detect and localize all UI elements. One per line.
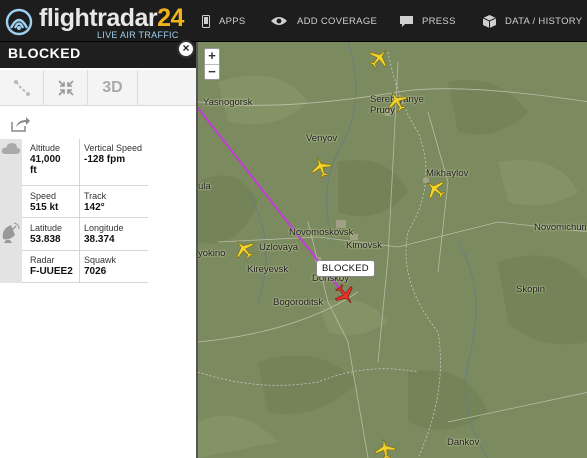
zoom-out-button[interactable]: − [205,64,219,79]
altitude-field: Altitude 41,000 ft [30,143,61,176]
radar-dish-icon [2,222,20,243]
collapse-icon [57,80,74,96]
city-label: Skopin [516,284,546,295]
city-label: Kireyevsk [247,264,289,275]
latitude-field: Latitude 53.838 [30,223,62,245]
terrain-patches [198,80,587,430]
cube-icon [483,14,496,28]
share-icon[interactable] [11,116,31,132]
side-icon-strip [0,139,22,283]
city-label: Novomichurinsk [534,222,587,233]
longitude-value: 38.374 [84,234,115,245]
nav-add-coverage-label: ADD COVERAGE [297,15,378,27]
logo-word: flightradar [39,4,158,32]
nav-add-coverage[interactable]: ADD COVERAGE [270,0,377,42]
altitude-label: Altitude [30,143,61,153]
cloud-icon [1,143,21,154]
grid-divider [22,185,148,186]
grid-divider [22,282,148,283]
radar-field: Radar F-UUEE2 [30,255,73,277]
squawk-field: Squawk 7026 [84,255,116,277]
route-icon [13,80,30,96]
radar-logo-icon [5,8,33,36]
eye-icon [271,17,287,25]
grid-divider [22,217,148,218]
longitude-label: Longitude [84,223,124,233]
track-value: 142° [84,202,105,213]
nav-apps[interactable]: APPS [202,0,246,42]
radar-label: Radar [30,255,55,265]
radar-value: F-UUEE2 [30,266,73,277]
nav-data-history-label: DATA / HISTORY [505,15,583,27]
phone-icon [202,14,210,28]
vertical-speed-field: Vertical Speed -128 fpm [84,143,146,165]
longitude-field: Longitude 38.374 [84,223,124,245]
speed-label: Speed [30,191,57,201]
top-bar: flightradar24 LIVE AIR TRAFFIC APPS ADD … [0,0,587,42]
plane-icon[interactable] [372,436,397,458]
city-label: Venyov [306,133,338,144]
close-panel-button[interactable]: × [177,40,195,58]
flight-title: BLOCKED [0,42,196,68]
route-button[interactable] [0,70,44,106]
selected-flight-callout[interactable]: BLOCKED [316,260,375,277]
nav-press-label: PRESS [422,15,456,27]
track-label: Track [84,191,107,201]
collapse-button[interactable] [44,70,88,106]
city-label: Uzlovaya [259,242,299,253]
nav-apps-label: APPS [219,15,246,27]
latitude-value: 53.838 [30,234,61,245]
three-d-button[interactable]: 3D [88,70,138,106]
logo-wordmark: flightradar24 [39,3,184,33]
squawk-value: 7026 [84,266,107,277]
grid-divider [22,250,148,251]
logo-tagline: LIVE AIR TRAFFIC [97,30,179,40]
city-label: Bogoroditsk [273,297,324,308]
map[interactable]: + − Yasnogorsk Serebryanye Prudy Venyov … [196,42,587,458]
city-label: Yasnogorsk [203,97,253,108]
track-field: Track 142° [84,191,106,213]
vertical-speed-value: -128 fpm [84,154,126,165]
speed-field: Speed 515 kt [30,191,58,213]
city-label: Novomoskovsk [289,227,354,238]
latitude-label: Latitude [30,223,63,233]
altitude-unit: ft [30,165,37,176]
grid-divider [79,139,80,283]
city-label: Kimovsk [346,240,382,251]
logo-number: 24 [157,4,184,32]
vertical-speed-label: Vertical Speed [84,143,143,153]
altitude-value: 41,000 [30,154,61,165]
city-label: ula [198,181,211,192]
squawk-label: Squawk [84,255,117,265]
logo[interactable]: flightradar24 LIVE AIR TRAFFIC [4,3,184,40]
city-label: yokino [198,248,226,259]
panel-toolbar: 3D [0,70,196,106]
flight-info-panel: BLOCKED × 3D Altitude 41,000 ft Vertical… [0,40,196,458]
speed-value: 515 kt [30,202,59,213]
city-label: Dankov [447,437,480,448]
chat-icon [400,15,413,27]
zoom-in-button[interactable]: + [205,49,219,64]
zoom-controls: + − [204,48,220,80]
share-row [0,107,196,139]
nav-press[interactable]: PRESS [400,0,456,42]
nav-data-history[interactable]: DATA / HISTORY [483,0,582,42]
